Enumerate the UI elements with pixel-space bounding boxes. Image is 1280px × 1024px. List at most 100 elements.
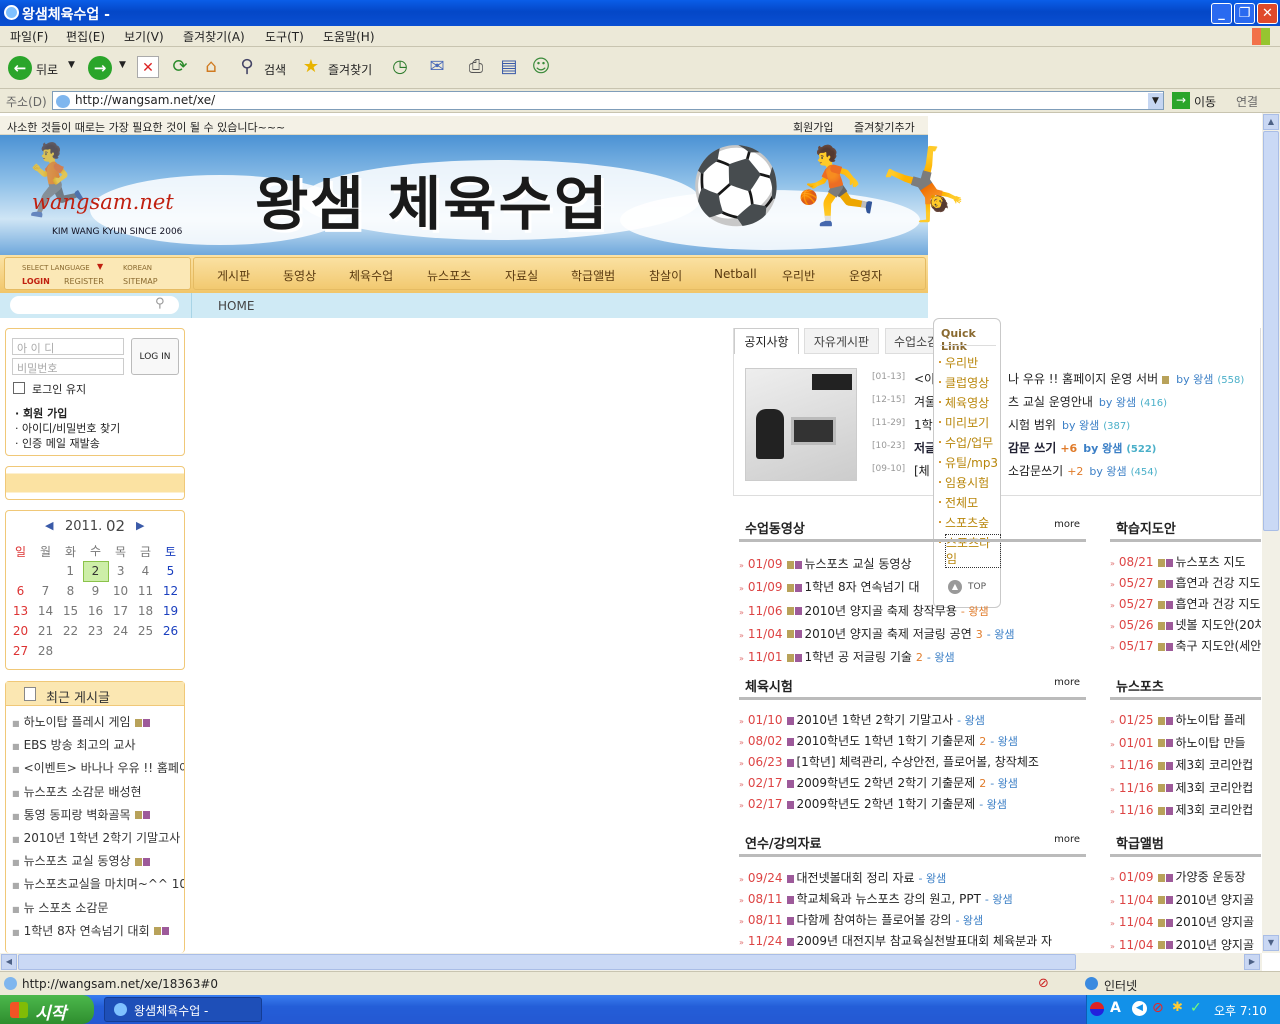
tab-free-board[interactable]: 자유게시판	[804, 328, 879, 354]
notice-title-rest[interactable]: 감문 쓰기 +6 by 왕샘 (522)	[1008, 439, 1156, 456]
list-item[interactable]: » 02/17 2009학년도 2학년 1학기 기출문제 - 왕샘	[739, 795, 1086, 812]
favorites-button-label[interactable]: 즐겨찾기	[328, 61, 372, 78]
list-item[interactable]: » 01/10 2010년 1학년 2학기 기말고사 - 왕샘	[739, 711, 1086, 728]
minimize-button[interactable]: _	[1211, 3, 1232, 24]
site-search-input[interactable]	[10, 296, 179, 314]
calendar-day[interactable]: 17	[108, 601, 133, 621]
network-tray-icon[interactable]: ✱	[1172, 1000, 1183, 1015]
start-label[interactable]: 시작	[35, 999, 66, 1024]
select-language-label[interactable]: SELECT LANGUAGE	[22, 264, 90, 272]
recent-post-item[interactable]: ■ 통영 동피랑 벽화골목	[12, 806, 184, 823]
nav-new-sports[interactable]: 뉴스포츠	[427, 267, 471, 284]
list-item[interactable]: » 01/01 하노이탑 만들	[1110, 734, 1261, 751]
list-item[interactable]: » 05/27 흡연과 건강 지도	[1110, 595, 1261, 612]
tab-notice[interactable]: 공지사항	[734, 328, 799, 354]
scroll-up-button[interactable]: ▲	[1263, 114, 1279, 130]
mail-icon[interactable]: ✉	[426, 56, 448, 78]
list-item[interactable]: » 11/24 2009년 대전지부 참교육실천발표대회 체육분과 자	[739, 932, 1086, 949]
list-item[interactable]: » 11/01 1학년 공 저글링 기술 2- 왕샘	[739, 648, 1086, 665]
signup-link[interactable]: · 회원 가입	[15, 405, 67, 421]
nav-pe-class[interactable]: 체육수업	[349, 267, 393, 284]
list-item[interactable]: » 01/09 뉴스포츠 교실 동영상	[739, 555, 1086, 572]
nav-our-class[interactable]: 우리반	[782, 267, 815, 284]
list-item[interactable]: » 01/25 하노이탑 플레	[1110, 711, 1261, 728]
list-item[interactable]: » 08/21 뉴스포츠 지도	[1110, 553, 1261, 570]
calendar-day[interactable]: 24	[108, 621, 133, 641]
menu-file[interactable]: 파일(F)	[10, 28, 48, 45]
scroll-right-button[interactable]: ▶	[1244, 954, 1260, 970]
calendar-day[interactable]: 21	[33, 621, 58, 641]
list-item[interactable]: » 11/16 제3회 코리안컵	[1110, 801, 1261, 818]
maximize-button[interactable]: ❐	[1234, 3, 1255, 24]
home-icon[interactable]: ⌂	[200, 56, 222, 78]
recent-post-item[interactable]: ■ 뉴스포츠 교실 동영상	[12, 852, 184, 869]
input-method-icon[interactable]	[1090, 1002, 1104, 1016]
password-input[interactable]: 비밀번호	[12, 358, 124, 375]
hscroll-thumb[interactable]	[18, 954, 1076, 970]
scroll-down-button[interactable]: ▼	[1263, 935, 1279, 951]
list-item[interactable]: » 11/04 2010년 양지골	[1110, 936, 1261, 952]
more-link[interactable]: more	[1054, 677, 1080, 688]
calendar-day[interactable]: 11	[133, 581, 158, 601]
recent-post-item[interactable]: ■ <이벤트> 바나나 우유 !! 홈페이	[12, 759, 184, 776]
nav-library[interactable]: 자료실	[505, 267, 538, 284]
list-item[interactable]: » 11/16 제3회 코리안컵	[1110, 756, 1261, 773]
back-button-label[interactable]: 뒤로	[36, 61, 58, 78]
list-item[interactable]: » 05/26 넷볼 지도안(20차	[1110, 616, 1261, 633]
menu-help[interactable]: 도움말(H)	[323, 28, 375, 45]
notice-title-rest[interactable]: 츠 교실 운영안내 by 왕샘 (416)	[1008, 393, 1167, 410]
notice-title[interactable]: 1학	[914, 416, 933, 433]
nav-board[interactable]: 게시판	[217, 267, 250, 284]
go-button[interactable]: 이동	[1194, 93, 1216, 110]
keep-login-checkbox[interactable]	[13, 382, 25, 394]
nav-netball[interactable]: Netball	[714, 267, 757, 281]
join-link[interactable]: 회원가입	[793, 119, 833, 135]
horizontal-scrollbar[interactable]: ◀ ▶	[0, 953, 1262, 971]
sitemap-link[interactable]: SITEMAP	[123, 277, 158, 286]
calendar-day[interactable]: 23	[83, 621, 108, 641]
list-item[interactable]: » 11/16 제3회 코리안컵	[1110, 779, 1261, 796]
nav-class-album[interactable]: 학급앨범	[571, 267, 615, 284]
language-korean[interactable]: KOREAN	[123, 264, 152, 272]
recent-post-item[interactable]: ■ 하노이탑 플레시 게임	[12, 713, 184, 730]
more-link[interactable]: more	[1054, 519, 1080, 530]
print-icon[interactable]: ⎙	[465, 56, 487, 78]
calendar-day[interactable]: 4	[133, 561, 158, 581]
recent-post-item[interactable]: ■ 뉴 스포츠 소감문	[12, 899, 184, 916]
scroll-thumb[interactable]	[1263, 131, 1279, 531]
login-link[interactable]: LOGIN	[22, 277, 50, 286]
nav-video[interactable]: 동영상	[283, 267, 316, 284]
more-link[interactable]: more	[1054, 834, 1080, 845]
language-dropdown-icon[interactable]: ▼	[97, 262, 103, 271]
vertical-scrollbar[interactable]: ▲ ▼	[1262, 113, 1280, 953]
calendar-day[interactable]: 10	[108, 581, 133, 601]
list-item[interactable]: » 11/04 2010년 양지골	[1110, 891, 1261, 908]
menu-favorites[interactable]: 즐겨찾기(A)	[183, 28, 245, 45]
links-label[interactable]: 연결	[1236, 93, 1258, 110]
tray-expand-icon[interactable]: ◀	[1132, 1001, 1147, 1016]
history-icon[interactable]: ◷	[389, 56, 411, 78]
recent-post-item[interactable]: ■ EBS 방송 최고의 교사	[12, 736, 184, 753]
list-item[interactable]: » 11/04 2010년 양지골 축제 저글링 공연 3- 왕샘	[739, 625, 1086, 642]
list-item[interactable]: » 11/06 2010년 양지골 축제 창작무용 - 왕샘	[739, 602, 1086, 619]
calendar-day[interactable]: 18	[133, 601, 158, 621]
forward-arrow-icon[interactable]: →	[88, 56, 112, 80]
calendar-day[interactable]: 6	[8, 581, 33, 601]
recent-post-item[interactable]: ■ 2010년 1학년 2학기 기말고사 (	[12, 829, 184, 846]
list-item[interactable]: » 08/02 2010학년도 1학년 1학기 기출문제 2- 왕샘	[739, 732, 1086, 749]
calendar-day[interactable]: 16	[83, 601, 108, 621]
close-button[interactable]: ✕	[1257, 3, 1278, 24]
quick-link-item[interactable]: 우리반	[945, 354, 1001, 371]
calendar-day[interactable]: 22	[58, 621, 83, 641]
nav-admin[interactable]: 운영자	[849, 267, 882, 284]
calendar-day[interactable]: 3	[108, 561, 133, 581]
address-input[interactable]: http://wangsam.net/xe/	[52, 91, 1164, 110]
list-item[interactable]: » 06/23 [1학년] 체력관리, 수상안전, 플로어볼, 창작체조	[739, 753, 1086, 770]
quick-link-item[interactable]: 미리보기	[945, 414, 1001, 431]
id-input[interactable]: 아 이 디	[12, 338, 124, 355]
quick-link-item[interactable]: 유틸/mp3	[945, 454, 1001, 471]
quick-link-item[interactable]: 체육영상	[945, 394, 1001, 411]
calendar-day[interactable]: 28	[33, 641, 58, 661]
notice-title-rest[interactable]: 시험 범위 by 왕샘 (387)	[1008, 416, 1130, 433]
calendar-day[interactable]: 5	[158, 561, 183, 581]
